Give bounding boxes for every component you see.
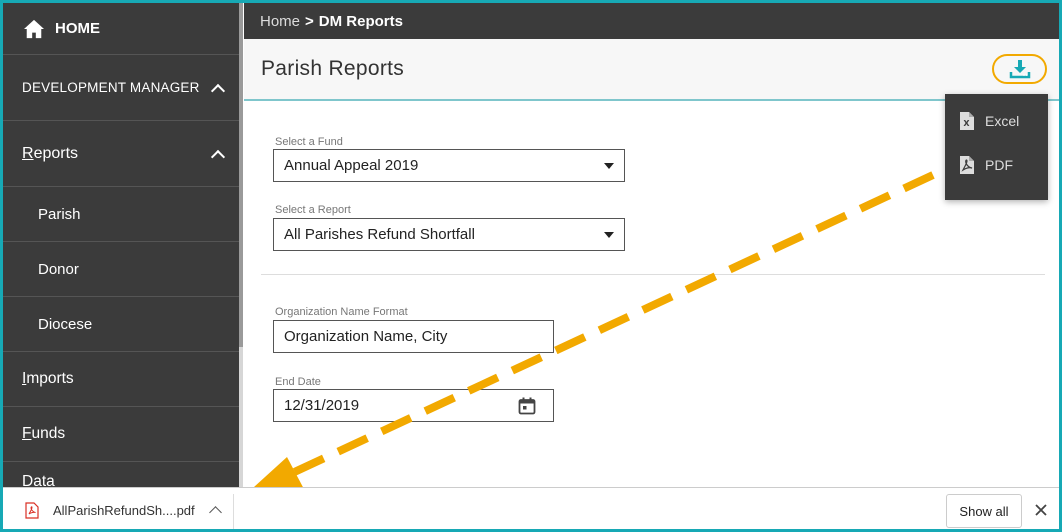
sidebar-item-label: HOME: [55, 20, 100, 37]
breadcrumb: Home > DM Reports: [244, 3, 1059, 39]
calendar-icon[interactable]: [518, 397, 536, 415]
sidebar-item-label: Reports: [22, 144, 79, 162]
breadcrumb-current: DM Reports: [318, 12, 403, 30]
end-date-input[interactable]: 12/31/2019: [273, 389, 554, 422]
org-format-input[interactable]: Organization Name, City: [273, 320, 554, 353]
end-date-value: 12/31/2019: [284, 397, 360, 414]
show-all-button[interactable]: Show all: [946, 494, 1022, 528]
menu-item-label: Excel: [985, 113, 1020, 129]
download-button[interactable]: [992, 54, 1047, 84]
downloaded-file-name: AllParishRefundSh....pdf: [53, 503, 195, 518]
report-select[interactable]: All Parishes Refund Shortfall: [273, 218, 625, 251]
sidebar-item-label: Funds: [22, 425, 66, 442]
org-format-label: Organization Name Format: [275, 306, 408, 318]
sidebar-item-label: Imports: [22, 370, 74, 387]
download-bar-divider: [233, 494, 234, 529]
fund-select[interactable]: Annual Appeal 2019: [273, 149, 625, 182]
chevron-up-icon: [210, 83, 226, 98]
download-menu: X Excel PDF: [945, 94, 1048, 200]
sidebar-item-parish[interactable]: Parish: [3, 187, 239, 242]
svg-text:X: X: [963, 119, 970, 128]
report-label: Select a Report: [275, 204, 351, 216]
breadcrumb-separator: >: [305, 12, 314, 30]
page-title: Parish Reports: [261, 57, 405, 80]
sidebar-item-home[interactable]: HOME: [3, 3, 239, 55]
sidebar-item-donor[interactable]: Donor: [3, 242, 239, 297]
sidebar: HOME DEVELOPMENT MANAGER Reports Parish …: [3, 3, 243, 490]
excel-file-icon: X: [960, 112, 974, 130]
fund-label: Select a Fund: [275, 136, 343, 148]
download-bar: AllParishRefundSh....pdf Show all: [3, 487, 1059, 529]
download-icon: [1009, 60, 1030, 79]
app-window: HOME DEVELOPMENT MANAGER Reports Parish …: [0, 0, 1062, 532]
menu-item-excel[interactable]: X Excel: [959, 111, 1019, 131]
menu-item-label: PDF: [985, 157, 1013, 173]
chevron-up-icon: [210, 149, 226, 164]
fund-select-value: Annual Appeal 2019: [284, 157, 419, 174]
home-icon: [24, 19, 44, 38]
sidebar-item-label: Diocese: [38, 315, 93, 333]
pdf-file-icon: [25, 502, 39, 519]
section-divider: [261, 274, 1045, 275]
sidebar-item-funds[interactable]: Funds: [3, 407, 239, 462]
menu-item-pdf[interactable]: PDF: [959, 155, 1013, 175]
sidebar-item-imports[interactable]: Imports: [3, 352, 239, 407]
caret-down-icon: [604, 163, 614, 169]
sidebar-scrollbar-thumb[interactable]: [239, 3, 243, 347]
caret-down-icon: [604, 232, 614, 238]
sidebar-item-development-manager[interactable]: DEVELOPMENT MANAGER: [3, 55, 239, 121]
sidebar-item-reports[interactable]: Reports: [3, 121, 239, 187]
sidebar-item-label: Parish: [38, 205, 81, 223]
report-select-value: All Parishes Refund Shortfall: [284, 226, 475, 243]
chevron-up-icon[interactable]: [208, 506, 222, 519]
sidebar-scrollbar-track[interactable]: [239, 347, 243, 487]
pdf-file-icon: [960, 156, 974, 174]
page-header: Parish Reports: [244, 39, 1059, 101]
sidebar-item-label: DEVELOPMENT MANAGER: [22, 80, 200, 95]
close-icon[interactable]: [1033, 502, 1049, 518]
end-date-label: End Date: [275, 376, 321, 388]
sidebar-item-label: Donor: [38, 260, 79, 278]
org-format-value: Organization Name, City: [284, 328, 448, 345]
sidebar-item-diocese[interactable]: Diocese: [3, 297, 239, 352]
downloaded-file-item[interactable]: AllParishRefundSh....pdf: [25, 502, 222, 519]
breadcrumb-home[interactable]: Home: [260, 13, 300, 30]
